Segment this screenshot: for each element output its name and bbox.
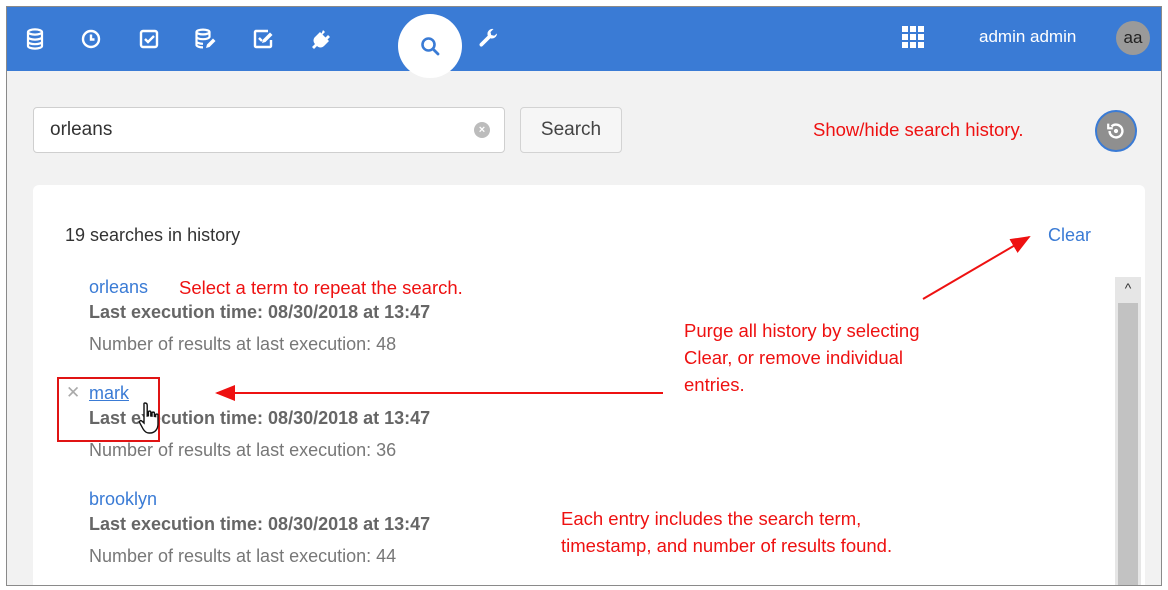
annotation-arrows (215, 235, 1031, 401)
app-window: admin admin aa × Search Show/hide search… (6, 6, 1162, 586)
arrow-to-clear (922, 235, 1031, 300)
hand-cursor-icon (138, 402, 159, 434)
